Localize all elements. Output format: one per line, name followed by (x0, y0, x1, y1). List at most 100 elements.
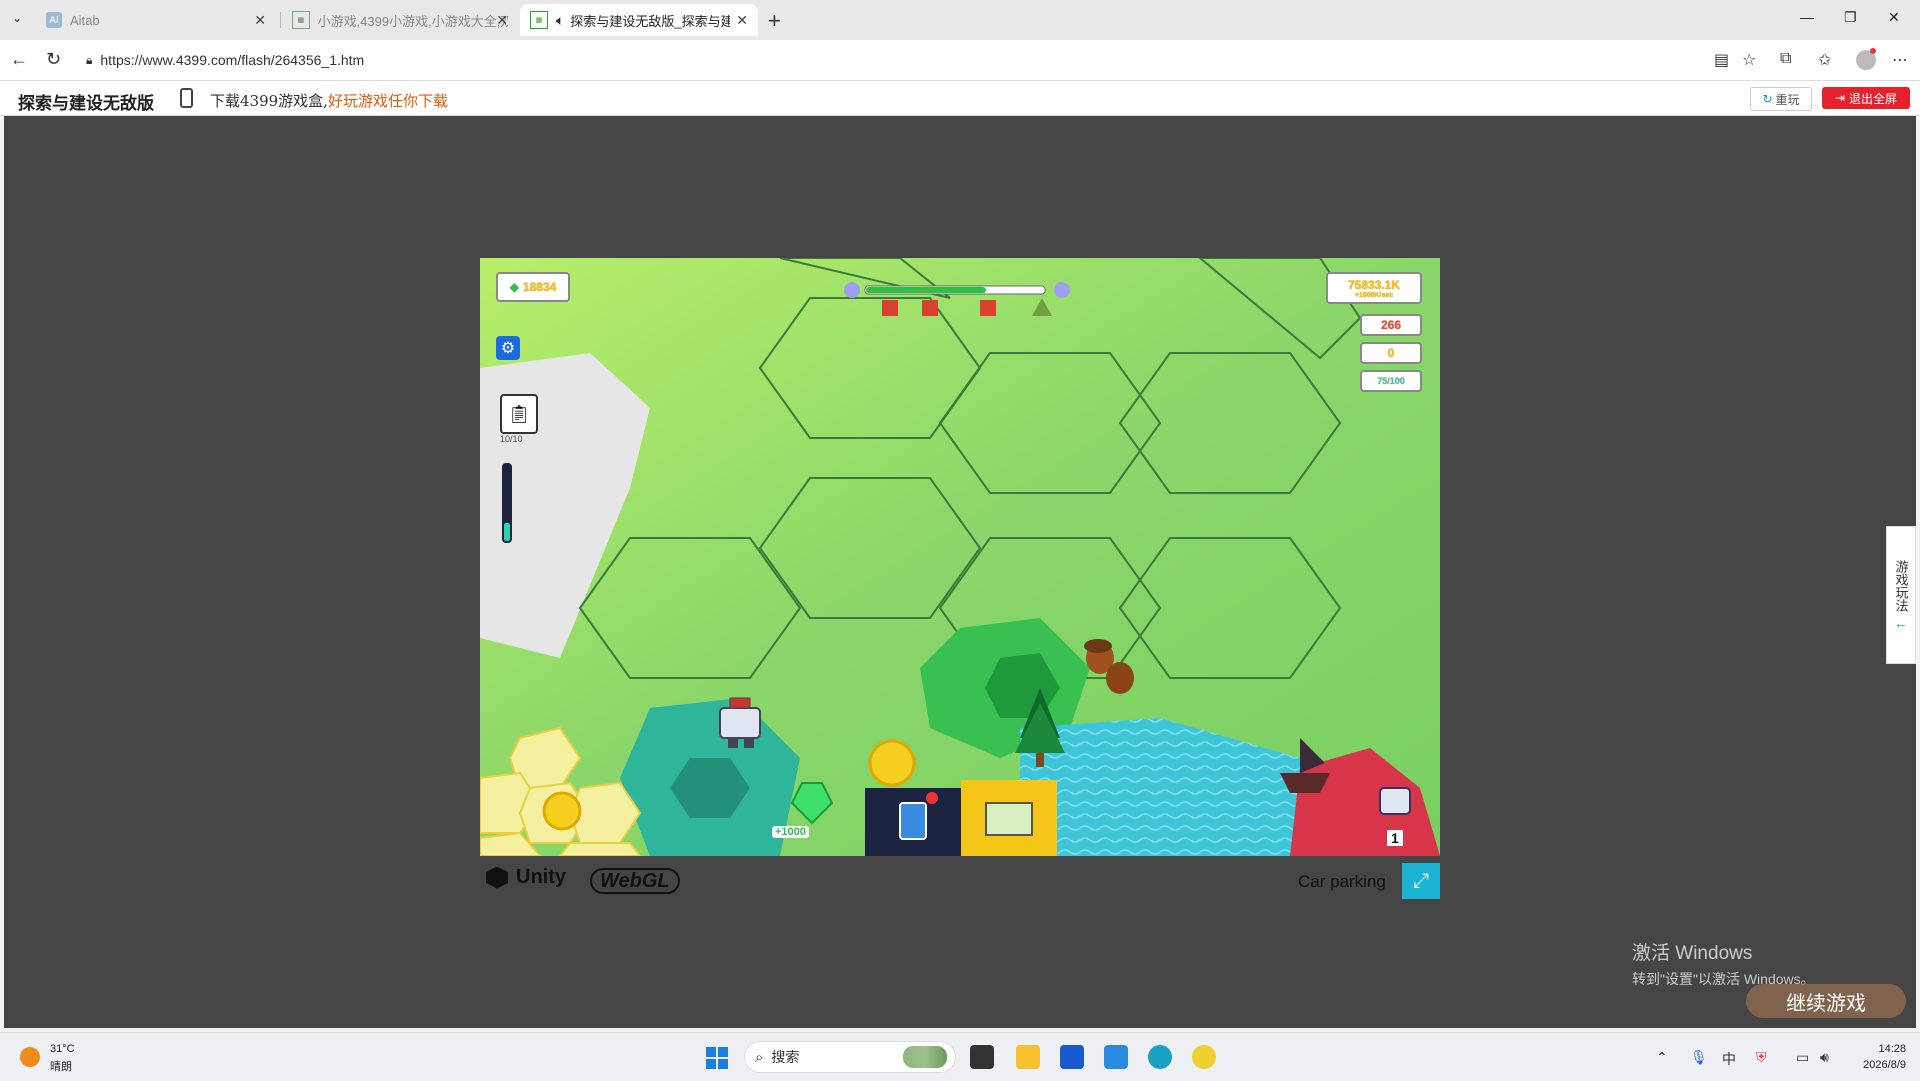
stat-energy-value: 0 (1387, 346, 1395, 360)
stat-food[interactable]: 266 (1360, 314, 1422, 336)
reload-button[interactable]: ↻ (46, 49, 61, 70)
game-map[interactable] (480, 258, 1440, 856)
phone-icon (180, 88, 193, 108)
search-icon: ⌕ (755, 1048, 764, 1066)
coin-icon[interactable] (542, 791, 582, 831)
clock-date[interactable]: 2026/8/9 (1846, 1059, 1906, 1071)
unity-logo: Unity (486, 866, 566, 889)
coin-counter[interactable]: 75833.1K +1000K/sec (1326, 272, 1422, 304)
unity-label: Unity (516, 866, 566, 888)
start-button[interactable] (706, 1047, 728, 1069)
favorites-icon[interactable]: ✩ (1818, 50, 1831, 70)
exit-icon: ⇥ (1834, 91, 1846, 105)
continue-game-button[interactable]: 继续游戏 (1746, 984, 1906, 1018)
tab-label: 探索与建设无敌版_探索与建设 (570, 13, 731, 29)
game-guide-side-tab[interactable]: 游戏玩法 ← (1886, 526, 1916, 664)
promo-highlight: 好玩游戏任你下载 (327, 92, 448, 110)
side-tab-label: 游戏玩法 (1893, 559, 1909, 612)
tray-overflow-icon[interactable]: ⌃ (1656, 1049, 1668, 1066)
gem-popup-label: +1000 (772, 826, 809, 838)
replay-label: 重玩 (1775, 92, 1800, 107)
file-explorer-icon[interactable] (1016, 1045, 1040, 1069)
notification-dot (1870, 48, 1876, 54)
planet-icon (844, 282, 860, 298)
tab-4399-home[interactable]: ▦ 小游戏,4399小游戏,小游戏大全,双 ✕ (282, 4, 518, 36)
weather-sun-icon[interactable] (20, 1047, 40, 1067)
site-header: 探索与建设无敌版 下载4399游戏盒,好玩游戏任你下载 ↻ 重玩 ⇥ 退出全屏 (0, 81, 1920, 116)
address-bar: ← ↻ 🔒︎ https://www.4399.com/flash/264356… (0, 40, 1920, 81)
new-tab-button[interactable]: + (768, 8, 781, 34)
robot-face-icon[interactable] (1379, 787, 1411, 815)
unity-cube-icon (486, 866, 508, 889)
gem-count: 18834 (522, 280, 557, 294)
promo-text: 下载4399游戏盒, (210, 92, 328, 110)
quest-clipboard-button[interactable]: 📋︎ (500, 394, 538, 434)
reader-mode-icon[interactable]: ▤ (1714, 50, 1729, 70)
unity-footer: Unity WebGL Car parking ⤢ (480, 862, 1440, 902)
store-icon[interactable] (1060, 1045, 1084, 1069)
webgl-logo: WebGL (590, 868, 680, 894)
close-tab-icon[interactable]: ✕ (736, 12, 748, 29)
game-app-icon[interactable] (1192, 1045, 1216, 1069)
edge-browser-icon[interactable] (1148, 1045, 1172, 1069)
exit-label: 退出全屏 (1849, 91, 1898, 106)
microphone-icon[interactable]: 🎙︎ (1690, 1049, 1708, 1066)
windows-activation-watermark: 激活 Windows 转到"设置"以激活 Windows。 (1632, 938, 1815, 989)
input-method-icon[interactable]: 中 (1722, 1049, 1736, 1069)
aitab-favicon-icon: AI (46, 12, 62, 28)
coin-icon[interactable] (868, 739, 916, 787)
extensions-icon[interactable]: ⧉ (1780, 50, 1791, 68)
search-highlight-image (903, 1046, 947, 1068)
tab-aitab[interactable]: AI Aitab ✕ (36, 4, 276, 36)
game-canvas[interactable]: ◆ 18834 ⚙ 📋︎ 10/10 75833.1K +1000K/sec 2… (480, 258, 1440, 856)
taskbar: 31°C 晴朗 ⌕ 搜索 ⌃ 🎙︎ 中 ⛨ ▭ 🔊︎ 14:28 2026/8/… (0, 1032, 1920, 1081)
map-icon (985, 802, 1033, 836)
wave-progress-fill (866, 287, 986, 293)
fullscreen-button[interactable]: ⤢ (1402, 863, 1440, 899)
volume-icon[interactable]: 🔊︎ (1820, 1049, 1829, 1066)
tab-active-game[interactable]: ▦ 🔈︎ 探索与建设无敌版_探索与建设 ✕ (520, 4, 758, 36)
counter-badge: 1 (1387, 830, 1403, 846)
4399-favicon-icon: ▦ (292, 11, 310, 29)
arrow-left-icon: ← (1894, 614, 1908, 631)
url-field[interactable]: 🔒︎ https://www.4399.com/flash/264356_1.h… (80, 46, 1580, 74)
notification-dot (926, 792, 938, 804)
page-title: 探索与建设无敌版 (18, 94, 154, 113)
quest-progress-label: 10/10 (500, 434, 523, 444)
close-window-button[interactable]: ✕ (1888, 9, 1900, 26)
stat-food-value: 266 (1380, 318, 1402, 332)
gem-counter[interactable]: ◆ 18834 (496, 272, 570, 302)
clock-time[interactable]: 14:28 (1856, 1043, 1906, 1055)
favorite-star-icon[interactable]: ☆ (1742, 50, 1756, 70)
settings-button[interactable]: ⚙ (496, 336, 520, 360)
task-view-icon[interactable] (970, 1045, 994, 1069)
stat-capacity[interactable]: 75/100 (1360, 370, 1422, 392)
activate-title: 激活 Windows (1632, 943, 1753, 964)
coin-rate: +1000K/sec (1354, 291, 1394, 299)
download-promo-link[interactable]: 下载4399游戏盒,好玩游戏任你下载 (210, 90, 448, 111)
replay-button[interactable]: ↻ 重玩 (1750, 87, 1812, 111)
refresh-icon: ↻ (1762, 92, 1773, 106)
close-tab-icon[interactable]: ✕ (254, 12, 266, 29)
antivirus-icon[interactable]: ⛨ (1756, 1049, 1767, 1066)
minimize-button[interactable]: — (1800, 9, 1814, 25)
coin-count: 75833.1K (1347, 277, 1401, 292)
more-menu-icon[interactable]: ⋯ (1892, 50, 1908, 70)
speaker-icon[interactable]: 🔈︎ (556, 12, 564, 29)
network-icon[interactable]: ▭ (1796, 1049, 1809, 1066)
lock-icon[interactable]: 🔒︎ (86, 53, 92, 68)
taskbar-search[interactable]: ⌕ 搜索 (744, 1041, 956, 1073)
restore-button[interactable]: ❐ (1844, 9, 1857, 26)
url-text: https://www.4399.com/flash/264356_1.htm (100, 52, 365, 68)
game-name-label: Car parking (1298, 872, 1386, 891)
stat-energy[interactable]: 0 (1360, 342, 1422, 364)
app-icon[interactable] (1104, 1045, 1128, 1069)
tab-divider (280, 12, 281, 28)
tab-list-dropdown-icon[interactable]: ⌄ (12, 11, 22, 25)
stat-capacity-value: 75/100 (1377, 376, 1405, 386)
expand-icon: ⤢ (1413, 869, 1429, 892)
close-tab-icon[interactable]: ✕ (496, 12, 508, 29)
energy-bar-fill (504, 523, 510, 541)
exit-fullscreen-button[interactable]: ⇥ 退出全屏 (1822, 87, 1910, 109)
back-button[interactable]: ← (10, 49, 28, 70)
